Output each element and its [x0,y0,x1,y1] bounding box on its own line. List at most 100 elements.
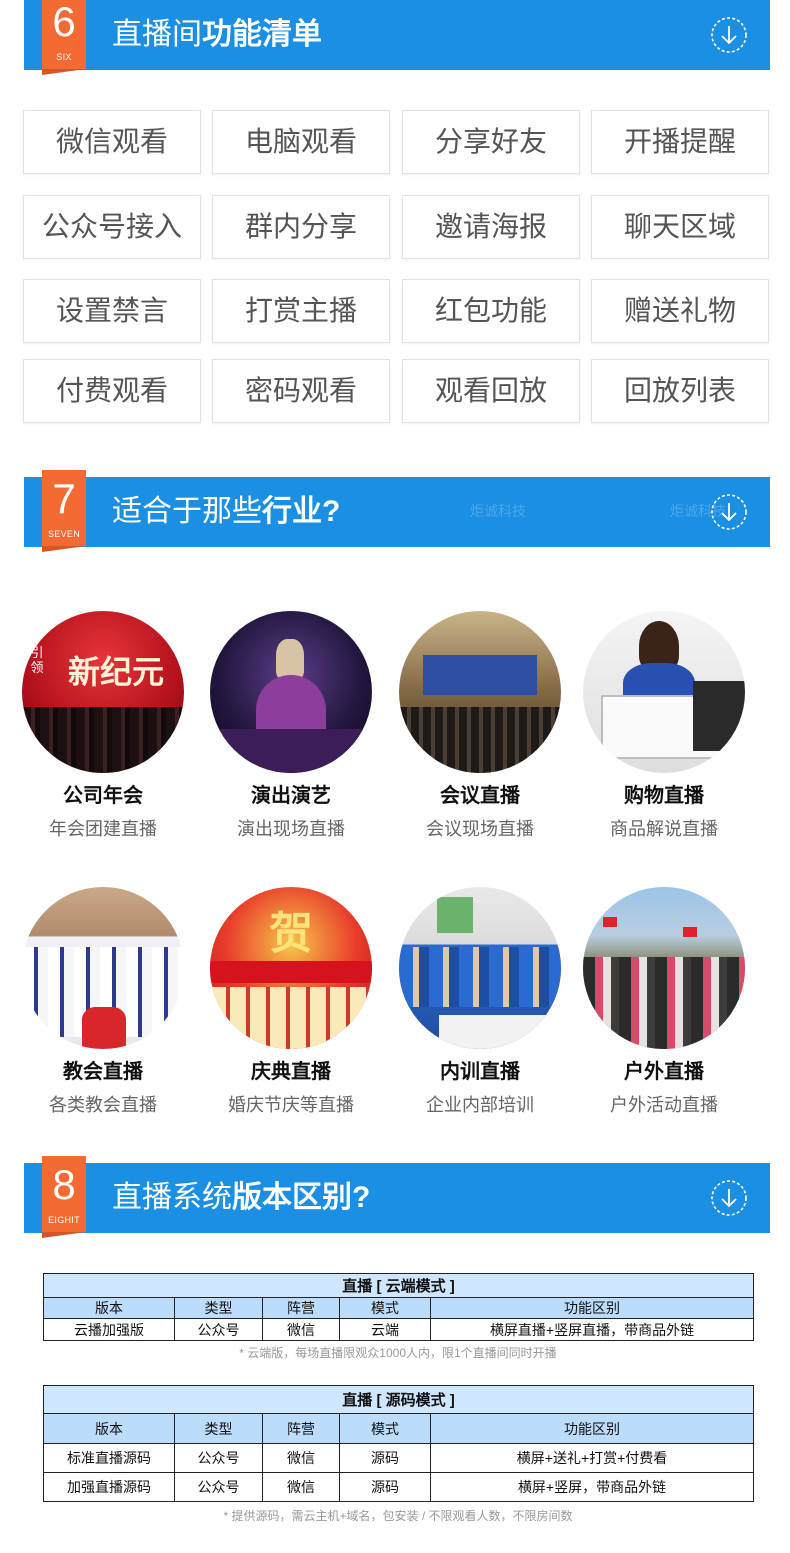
industry-photo-training [399,887,561,1049]
industry-name: 内训直播 [440,1061,520,1083]
celebration-character: 贺 [269,908,313,959]
feature-item: 邀请海报 [402,195,580,259]
table-cell: 源码 [339,1443,431,1473]
feature-item: 电脑观看 [212,110,390,174]
table-caption: 直播 [ 云端模式 ] [42,1273,755,1298]
table-cell: 源码 [339,1472,431,1502]
industry-desc: 商品解说直播 [610,819,718,839]
industry-card: 购物直播 商品解说直播 [564,611,764,841]
industry-desc: 各类教会直播 [49,1095,157,1115]
industry-desc: 演出现场直播 [237,819,345,839]
industry-photo-performance [210,611,372,773]
industry-card: 户外直播 户外活动直播 [564,887,764,1117]
table-row: 加强直播源码 公众号 微信 源码 横屏+竖屏，带商品外链 [43,1472,755,1502]
section-number-word: SIX [56,52,72,62]
table-caption: 直播 [ 源码模式 ] [42,1385,755,1414]
industry-name: 购物直播 [624,785,704,807]
table-row: 云播加强版 公众号 微信 云端 横屏直播+竖屏直播，带商品外链 [43,1318,755,1341]
column-header: 功能区别 [429,1297,755,1319]
column-header: 类型 [174,1297,263,1319]
industry-card: 贺 庆典直播 婚庆节庆等直播 [191,887,391,1117]
industry-name: 户外直播 [624,1061,704,1083]
column-header: 模式 [339,1297,431,1319]
industry-photo-conference [399,611,561,773]
feature-item: 设置禁言 [23,279,201,343]
industry-desc: 企业内部培训 [426,1095,534,1115]
arrow-down-circle-icon[interactable] [710,1179,748,1217]
industry-name: 会议直播 [440,785,520,807]
section-number: 7 [52,475,76,522]
feature-item: 群内分享 [212,195,390,259]
industry-name: 演出演艺 [251,785,331,807]
table-cell: 公众号 [174,1472,263,1502]
column-header: 模式 [339,1413,431,1444]
column-header: 版本 [43,1413,175,1444]
industry-card: 会议直播 会议现场直播 [380,611,580,841]
source-version-table: 直播 [ 源码模式 ] 版本 类型 阵营 模式 功能区别 标准直播源码 公众号 … [42,1385,755,1502]
feature-item: 聊天区域 [591,195,769,259]
table-cell: 微信 [262,1472,340,1502]
industry-photo-church [22,887,184,1049]
industry-desc: 会议现场直播 [426,819,534,839]
industry-card: 演出演艺 演出现场直播 [191,611,391,841]
table-cell: 微信 [262,1318,340,1341]
table-cell: 横屏+送礼+打赏+付费看 [429,1443,755,1473]
feature-item: 分享好友 [402,110,580,174]
watermark: 炬诚科技 [470,503,526,519]
table-cell: 标准直播源码 [43,1443,175,1473]
section-number-badge: 6 SIX [42,0,86,75]
cloud-version-table: 直播 [ 云端模式 ] 版本 类型 阵营 模式 功能区别 云播加强版 公众号 微… [42,1273,755,1341]
gala-banner-text: 新纪元 [67,653,164,691]
table-cell: 微信 [262,1443,340,1473]
industry-photo-outdoor [583,887,745,1049]
table-cell: 公众号 [174,1318,263,1341]
section-header-versions: 8 EIGHIT 直播系统版本区别? [24,1156,770,1238]
feature-item: 打赏主播 [212,279,390,343]
section-header-features: 6 SIX 直播间功能清单 [24,0,770,75]
feature-item: 开播提醒 [591,110,769,174]
table-cell: 横屏+竖屏，带商品外链 [429,1472,755,1502]
industry-card: 引领 新纪元 公司年会 年会团建直播 [3,611,203,841]
feature-item: 微信观看 [23,110,201,174]
industry-desc: 婚庆节庆等直播 [228,1095,354,1115]
section-number-word: SEVEN [47,529,80,539]
table-cell: 加强直播源码 [43,1472,175,1502]
table-cell: 云播加强版 [43,1318,175,1341]
column-header: 功能区别 [429,1413,755,1444]
industry-photo-celebration: 贺 [210,887,372,1049]
section-number: 6 [52,0,76,45]
industry-card: 内训直播 企业内部培训 [380,887,580,1117]
industry-photo-gala: 引领 新纪元 [22,611,184,773]
industry-name: 庆典直播 [251,1061,331,1083]
section-number-badge: 8 EIGHIT [42,1156,86,1238]
industry-desc: 年会团建直播 [49,819,157,839]
feature-item: 密码观看 [212,359,390,423]
feature-item: 观看回放 [402,359,580,423]
column-header: 类型 [174,1413,263,1444]
industry-photo-shopping [583,611,745,773]
feature-item: 付费观看 [23,359,201,423]
section-title: 直播系统版本区别? [112,1181,371,1214]
arrow-down-circle-icon[interactable] [710,493,748,531]
column-header: 阵营 [262,1297,340,1319]
section-title: 适合于那些行业? [112,495,341,528]
industry-desc: 户外活动直播 [610,1095,718,1115]
feature-item: 公众号接入 [23,195,201,259]
feature-item: 赠送礼物 [591,279,769,343]
arrow-down-circle-icon[interactable] [710,16,748,54]
feature-item: 红包功能 [402,279,580,343]
section-number: 8 [52,1161,76,1208]
industry-name: 公司年会 [63,785,143,807]
table-row: 标准直播源码 公众号 微信 源码 横屏+送礼+打赏+付费看 [43,1443,755,1473]
feature-item: 回放列表 [591,359,769,423]
column-header: 阵营 [262,1413,340,1444]
table-cell: 公众号 [174,1443,263,1473]
table-cell: 横屏直播+竖屏直播，带商品外链 [429,1318,755,1341]
section-number-word: EIGHIT [48,1215,80,1225]
section-title: 直播间功能清单 [112,18,322,51]
column-header: 版本 [43,1297,175,1319]
gala-side-text: 引领 [30,645,44,675]
source-note: * 提供源码，需云主机+域名，包安装 / 不限观看人数，不限房间数 [223,1509,573,1523]
table-cell: 云端 [339,1318,431,1341]
section-header-industries: 7 SEVEN 适合于那些行业? 炬诚科技 炬诚科技 [24,470,770,552]
